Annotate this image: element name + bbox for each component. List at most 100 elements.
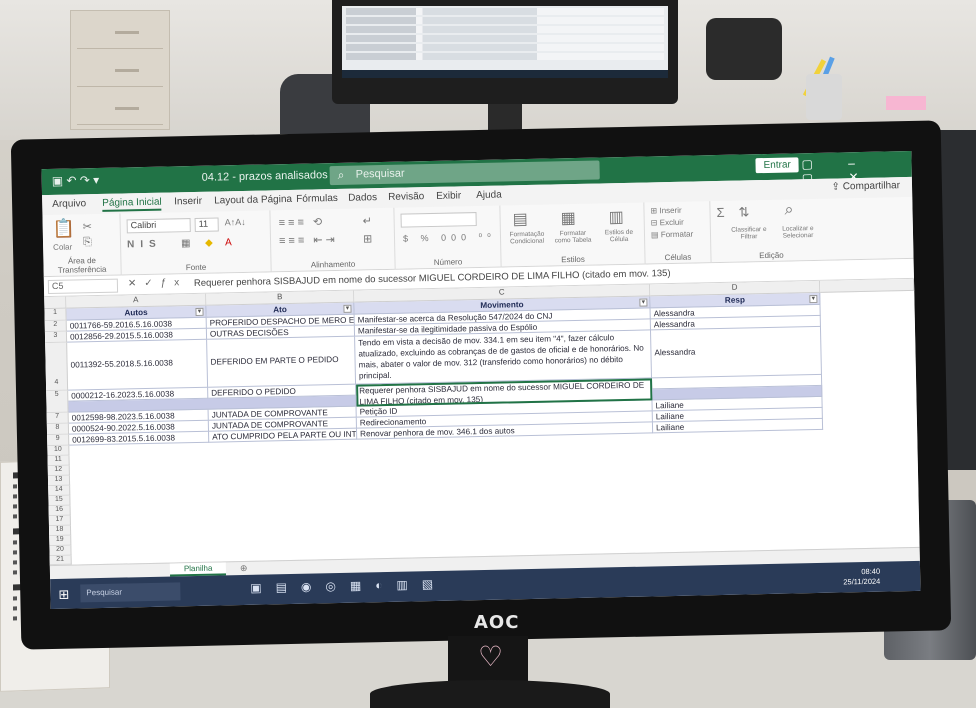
row-header[interactable]: 1: [44, 308, 67, 322]
conditional-format-icon[interactable]: ▤: [512, 209, 528, 229]
merge-center-icon[interactable]: ⊞: [363, 232, 372, 245]
tab-formulas[interactable]: Fórmulas: [296, 193, 338, 205]
monitor-base: [370, 680, 610, 708]
quick-access-icons[interactable]: ▣ ↶ ↷ ▾: [52, 173, 100, 188]
tab-arquivo[interactable]: Arquivo: [52, 198, 86, 210]
row-header[interactable]: 21: [49, 555, 72, 566]
filter-dropdown-icon[interactable]: ▾: [195, 307, 204, 316]
formula-icons[interactable]: ✕✓ƒx: [128, 277, 188, 289]
row-header[interactable]: 20: [49, 545, 72, 557]
row-header[interactable]: 15: [48, 495, 71, 507]
find-select-label: Localizar e Selecionar: [782, 225, 814, 240]
share-label: Compartilhar: [842, 180, 901, 193]
spreadsheet-grid: A B C D 1 Autos ▾ Ato ▾ Movimento ▾ Resp ▾ 2…: [44, 278, 920, 566]
row-header[interactable]: 13: [47, 475, 71, 487]
share-button[interactable]: ⇪ Compartilhar: [832, 180, 901, 192]
cell-resp[interactable]: Alessandra: [650, 326, 822, 379]
fill-color-icon[interactable]: ◆: [205, 238, 213, 249]
taskbar-clock[interactable]: 08:40 25/11/2024: [843, 567, 880, 588]
insert-cells-button[interactable]: ⊞ Inserir: [650, 206, 681, 216]
tab-revisao[interactable]: Revisão: [388, 191, 424, 203]
group-number: $ % 000 ⁰⁰ Número: [394, 205, 502, 270]
align-top-icons[interactable]: ≡≡≡ ⟲: [279, 215, 326, 229]
cell-ato[interactable]: DEFERIDO EM PARTE O PEDIDO: [207, 336, 357, 388]
group-label-alignment: Alinhamento: [310, 259, 356, 270]
row-header[interactable]: 12: [47, 465, 70, 477]
delete-cells-button[interactable]: ⊟ Excluir: [651, 218, 684, 228]
sheet-tab-planilha[interactable]: Planilha: [169, 562, 227, 577]
cell-movimento[interactable]: Tendo em vista a decisão de mov. 334.1 e…: [355, 330, 653, 385]
group-editing: Σ ⇅ Classificar e Filtrar ⌕ Localizar e …: [710, 199, 831, 263]
sort-filter-icon[interactable]: ⇅: [738, 204, 749, 220]
format-table-label: Formatar como Tabela: [554, 229, 592, 245]
row-header[interactable]: 7: [46, 412, 69, 425]
add-sheet-icon[interactable]: ⊕: [240, 563, 248, 574]
format-label: Formatar: [660, 229, 694, 240]
bold-italic-underline-icons[interactable]: NIS: [127, 239, 162, 251]
format-cells-button[interactable]: ▤ Formatar: [651, 230, 693, 240]
header-ato-label: Ato: [273, 305, 287, 315]
row-header[interactable]: 3: [44, 331, 68, 344]
row-header[interactable]: 2: [44, 320, 67, 333]
align-left-icons[interactable]: ≡≡≡ ⇤⇥: [279, 233, 338, 247]
search-box[interactable]: ⌕ Pesquisar: [329, 160, 600, 186]
group-label-styles: Estilos: [561, 254, 585, 265]
cut-icon[interactable]: ✂: [83, 220, 92, 233]
row-header[interactable]: 19: [49, 535, 72, 547]
column-header-empty: [819, 278, 915, 293]
autosum-icon[interactable]: Σ: [716, 205, 724, 220]
row-header[interactable]: 11: [47, 455, 70, 467]
tab-ajuda[interactable]: Ajuda: [476, 190, 502, 202]
cell-resp[interactable]: Lailiane: [652, 418, 824, 434]
select-all-corner[interactable]: [44, 296, 67, 310]
row-header[interactable]: 18: [48, 525, 72, 537]
windows-start-icon[interactable]: ⊞: [58, 587, 69, 603]
borders-icon[interactable]: ▦: [181, 238, 191, 249]
row-header[interactable]: 14: [48, 485, 71, 497]
cell-autos[interactable]: 0012699-83.2015.5.16.0038: [69, 431, 210, 446]
number-format-icons[interactable]: $ % 000 ⁰⁰: [403, 232, 496, 245]
copy-icon[interactable]: ⎘: [83, 236, 92, 249]
filter-dropdown-icon[interactable]: ▾: [809, 294, 818, 304]
tab-pagina-inicial[interactable]: Página Inicial: [102, 196, 162, 212]
tab-dados[interactable]: Dados: [348, 192, 377, 204]
wrap-text-icon[interactable]: ↵: [363, 214, 372, 227]
cell-styles-icon[interactable]: ▥: [608, 207, 624, 227]
filter-dropdown-icon[interactable]: ▾: [343, 304, 352, 313]
tab-exibir[interactable]: Exibir: [436, 190, 461, 202]
filter-dropdown-icon[interactable]: ▾: [639, 298, 648, 307]
taskbar-app-icons[interactable]: ▣▤◉◎▦◐▥▧: [250, 577, 447, 595]
font-color-icon[interactable]: A: [225, 237, 232, 248]
font-name-select[interactable]: Calibri: [126, 218, 191, 234]
row-header[interactable]: 4: [45, 342, 69, 392]
tab-inserir[interactable]: Inserir: [174, 196, 202, 208]
row-header[interactable]: 17: [48, 515, 71, 527]
cell-ato[interactable]: ATO CUMPRIDO PELA PARTE OU INTERESSADO: [209, 428, 358, 443]
conditional-format-label: Formatação Condicional: [509, 230, 545, 246]
tab-layout[interactable]: Layout da Página: [214, 194, 292, 207]
group-label-font: Fonte: [185, 262, 207, 273]
name-box[interactable]: C5: [47, 278, 119, 295]
row-header[interactable]: 16: [48, 505, 71, 517]
number-format-select[interactable]: [400, 212, 477, 228]
heart-sticker-icon: ♡: [478, 641, 504, 672]
row-header[interactable]: 10: [47, 445, 70, 457]
find-select-icon[interactable]: ⌕: [784, 201, 793, 219]
taskbar-search[interactable]: Pesquisar: [80, 582, 181, 603]
excel-window: ▣ ↶ ↷ ▾ 04.12 - prazos analisados - Exce…: [41, 150, 921, 610]
delete-label: Excluir: [659, 217, 684, 228]
row-header[interactable]: 8: [46, 423, 70, 436]
format-table-icon[interactable]: ▦: [560, 208, 576, 228]
paste-icon[interactable]: 📋: [53, 218, 76, 239]
insert-label: Inserir: [659, 205, 682, 216]
row-header[interactable]: 5: [46, 390, 69, 414]
font-size-select[interactable]: 11: [194, 217, 219, 232]
search-icon: ⌕: [337, 167, 345, 182]
row-header[interactable]: 9: [47, 434, 70, 447]
cell-autos[interactable]: 0011392-55.2018.5.16.0038: [67, 339, 209, 391]
cell-styles-label: Estilos de Célula: [604, 228, 634, 244]
group-cells: ⊞ Inserir ⊟ Excluir ▤ Formatar Células: [644, 201, 712, 265]
grow-font-icon[interactable]: A↑A↓: [225, 217, 246, 227]
background-monitor-taskbar: [342, 70, 668, 78]
sign-in-button[interactable]: Entrar: [755, 157, 799, 174]
